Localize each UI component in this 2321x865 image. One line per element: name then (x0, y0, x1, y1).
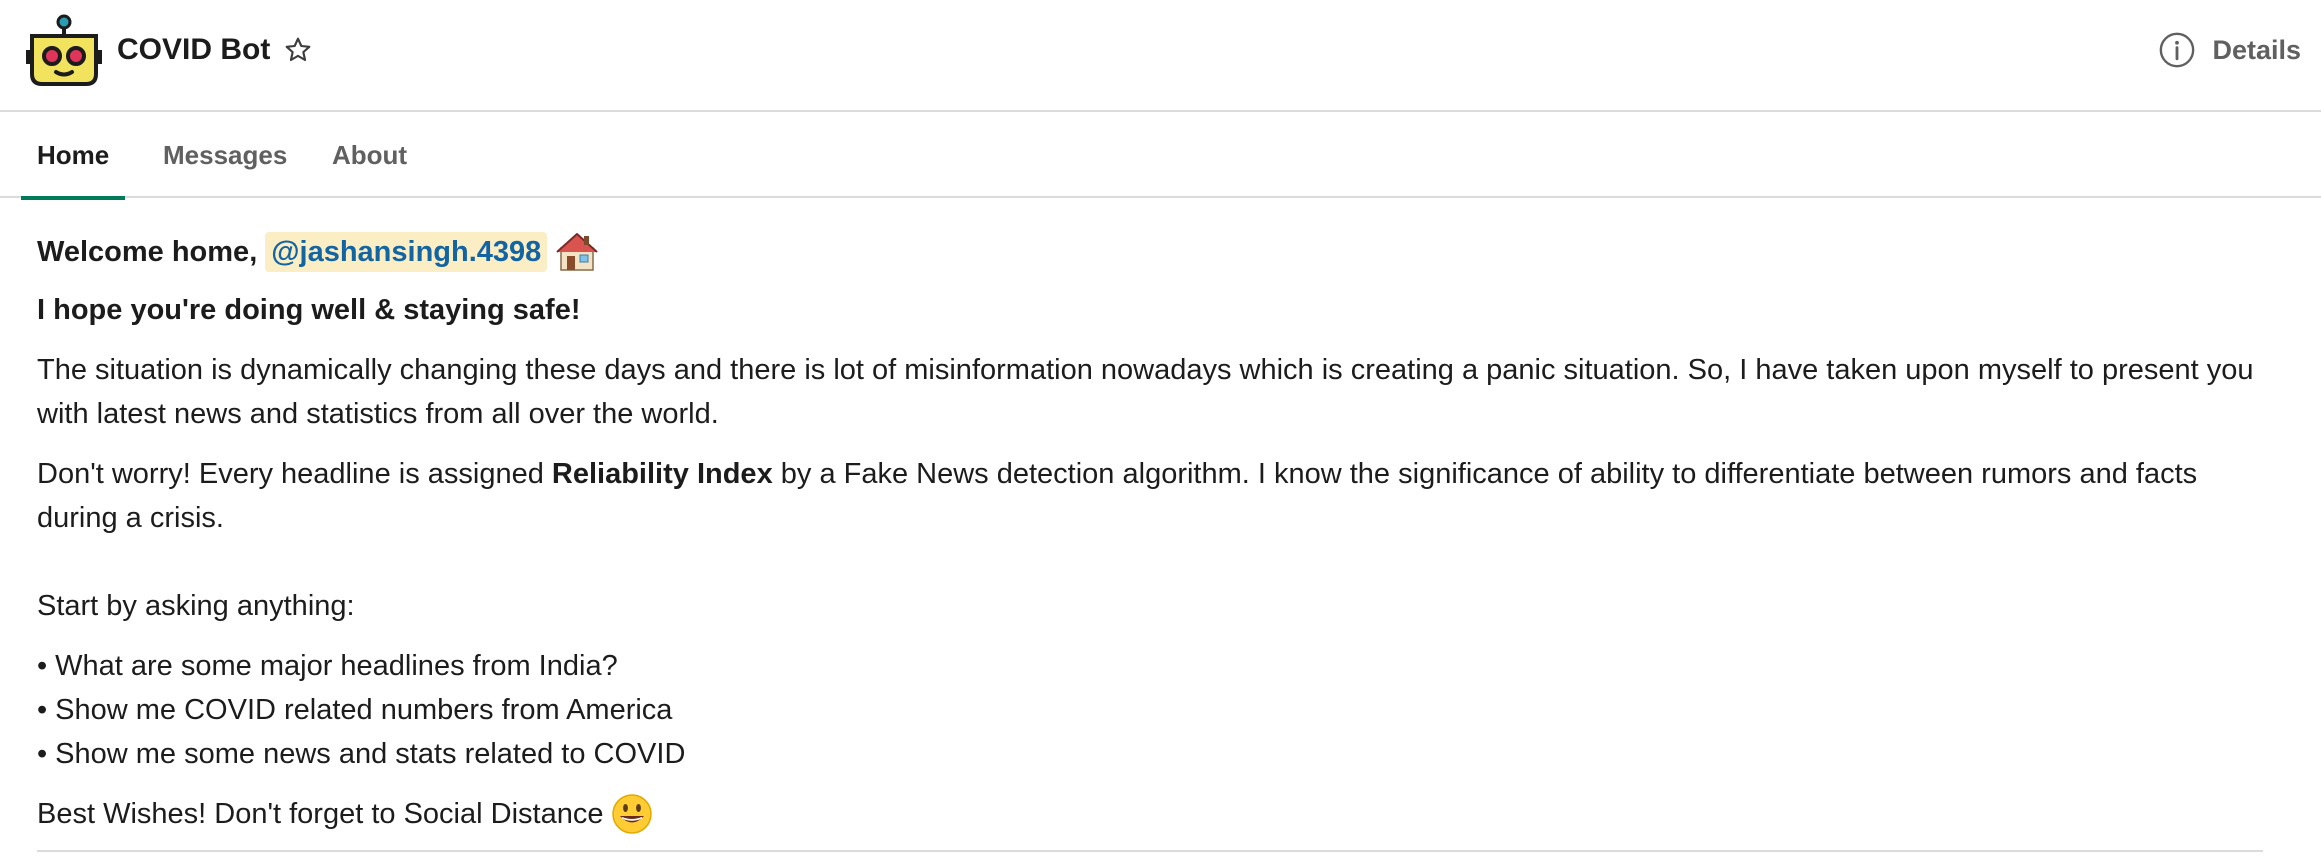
reliability-prefix: Don't worry! Every headline is assigned (37, 458, 544, 490)
house-emoji-icon (556, 233, 598, 271)
start-prompt: Start by asking anything: (37, 590, 355, 622)
star-icon[interactable] (282, 34, 314, 66)
home-content: Welcome home, @jashansingh.4398 I hope y… (37, 222, 2277, 836)
example-text: Show me COVID related numbers from Ameri… (55, 694, 673, 726)
bullet-dot: • (37, 694, 48, 726)
info-icon (2160, 32, 2195, 68)
closing-text: Best Wishes! Don't forget to Social Dist… (37, 798, 604, 830)
intro-paragraph: The situation is dynamically changing th… (37, 354, 2254, 430)
bullet-dot: • (37, 738, 48, 770)
list-item: • What are some major headlines from Indi… (37, 644, 2277, 688)
tab-bar: Home Messages About (0, 112, 2321, 200)
welcome-prefix: Welcome home, (37, 236, 258, 268)
app-header: COVID Bot Details (0, 0, 2321, 112)
details-label: Details (2212, 34, 2301, 65)
user-mention[interactable]: @jashansingh.4398 (265, 232, 548, 272)
reliability-index-label: Reliability Index (551, 458, 773, 490)
example-text: Show me some news and stats related to C… (55, 738, 686, 770)
list-item: • Show me some news and stats related to … (37, 732, 2277, 776)
example-list: • What are some major headlines from Indi… (37, 644, 2277, 776)
smiley-emoji-icon (612, 794, 653, 834)
tab-messages[interactable]: Messages (147, 112, 303, 198)
subtitle: I hope you're doing well & staying safe! (37, 294, 581, 326)
list-item: • Show me COVID related numbers from Amer… (37, 688, 2277, 732)
example-text: What are some major headlines from India… (55, 650, 618, 682)
welcome-line: Welcome home, @jashansingh.4398 (37, 222, 2277, 282)
reliability-paragraph: Don't worry! Every headline is assigned … (37, 452, 2277, 540)
divider (37, 850, 2263, 852)
tab-home[interactable]: Home (21, 112, 126, 200)
details-button[interactable]: Details (2158, 28, 2301, 72)
closing-line: Best Wishes! Don't forget to Social Dist… (37, 792, 2277, 836)
tab-about[interactable]: About (316, 112, 423, 198)
robot-avatar-icon[interactable] (26, 14, 102, 90)
bot-name[interactable]: COVID Bot (117, 28, 270, 72)
bullet-dot: • (37, 650, 48, 682)
